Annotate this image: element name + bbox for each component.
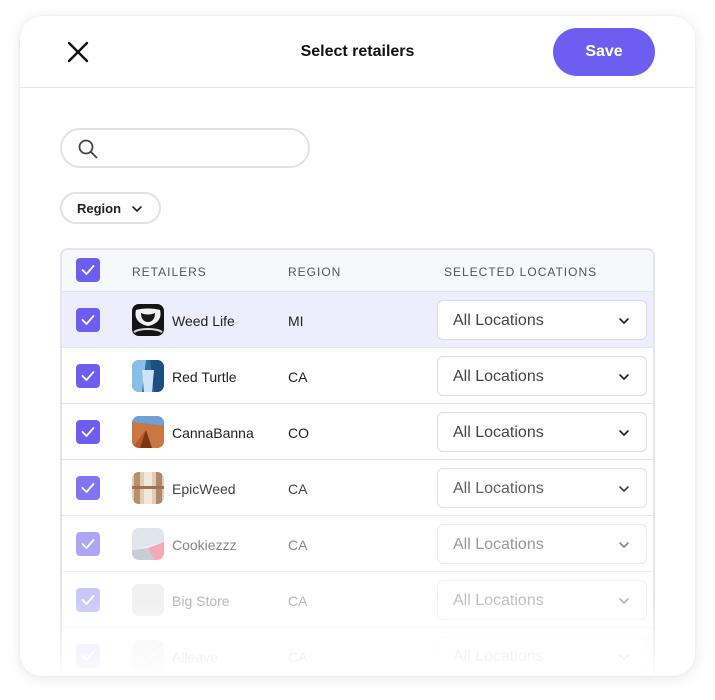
chevron-down-icon: [619, 654, 629, 660]
retailer-region: CA: [288, 593, 308, 609]
locations-select[interactable]: All Locations: [437, 412, 647, 452]
table-row[interactable]: EpicWeed CA All Locations: [62, 460, 653, 516]
table-row[interactable]: Big Store CA All Locations: [62, 572, 653, 628]
retailer-region: CA: [288, 481, 308, 497]
select-all-checkbox[interactable]: [76, 258, 100, 282]
row-checkbox[interactable]: [76, 588, 100, 612]
retailer-logo: [132, 360, 164, 392]
chevron-down-icon: [132, 206, 142, 212]
retailer-region: CA: [288, 649, 308, 665]
retailers-table: RETAILERS REGION SELECTED LOCATIONS Weed…: [60, 248, 655, 676]
locations-select-value: All Locations: [453, 592, 544, 609]
retailer-logo: [132, 528, 164, 560]
region-filter-label: Region: [77, 201, 122, 216]
select-retailers-modal: Select retailers Save Region RETAILERS R…: [20, 16, 695, 676]
chevron-down-icon: [619, 598, 629, 604]
retailer-region: CO: [288, 425, 309, 441]
check-icon: [81, 483, 95, 493]
locations-select-value: All Locations: [453, 312, 544, 329]
search-icon: [78, 139, 98, 159]
check-icon: [81, 651, 95, 661]
column-header-region[interactable]: REGION: [288, 265, 341, 279]
locations-select[interactable]: All Locations: [437, 468, 647, 508]
table-header: RETAILERS REGION SELECTED LOCATIONS: [62, 250, 653, 292]
row-checkbox[interactable]: [76, 644, 100, 668]
table-row[interactable]: Weed Life MI All Locations: [62, 292, 653, 348]
retailer-name: Alleave: [172, 649, 218, 665]
check-icon: [81, 539, 95, 549]
retailer-name: Red Turtle: [172, 369, 237, 385]
row-checkbox[interactable]: [76, 308, 100, 332]
chevron-down-icon: [619, 374, 629, 380]
retailer-logo: [132, 416, 164, 448]
retailer-logo: [132, 640, 164, 672]
table-row[interactable]: Alleave CA All Locations: [62, 628, 653, 676]
check-icon: [81, 595, 95, 605]
retailer-name: EpicWeed: [172, 481, 236, 497]
retailer-logo: [132, 472, 164, 504]
retailer-logo: [132, 304, 164, 336]
table-row[interactable]: Red Turtle CA All Locations: [62, 348, 653, 404]
chevron-down-icon: [619, 318, 629, 324]
retailer-logo: [132, 584, 164, 616]
locations-select[interactable]: All Locations: [437, 636, 647, 676]
locations-select-value: All Locations: [453, 480, 544, 497]
locations-select-value: All Locations: [453, 424, 544, 441]
locations-select-value: All Locations: [453, 368, 544, 385]
check-icon: [81, 265, 95, 275]
retailer-region: MI: [288, 313, 304, 329]
retailer-region: CA: [288, 369, 308, 385]
search-field[interactable]: [60, 128, 310, 168]
chevron-down-icon: [619, 542, 629, 548]
retailer-name: Cookiezzz: [172, 537, 237, 553]
column-header-retailers[interactable]: RETAILERS: [132, 265, 207, 279]
retailer-name: CannaBanna: [172, 425, 254, 441]
locations-select-value: All Locations: [453, 648, 544, 665]
table-row[interactable]: Cookiezzz CA All Locations: [62, 516, 653, 572]
region-filter-button[interactable]: Region: [60, 192, 161, 224]
search-input[interactable]: [108, 136, 298, 160]
retailer-name: Big Store: [172, 593, 230, 609]
save-button[interactable]: Save: [553, 28, 655, 76]
modal-header: Select retailers Save: [20, 16, 695, 88]
check-icon: [81, 371, 95, 381]
chevron-down-icon: [619, 430, 629, 436]
locations-select[interactable]: All Locations: [437, 356, 647, 396]
column-header-selected-locations[interactable]: SELECTED LOCATIONS: [444, 265, 597, 279]
row-checkbox[interactable]: [76, 364, 100, 388]
retailer-region: CA: [288, 537, 308, 553]
row-checkbox[interactable]: [76, 476, 100, 500]
row-checkbox[interactable]: [76, 420, 100, 444]
table-row[interactable]: CannaBanna CO All Locations: [62, 404, 653, 460]
retailer-name: Weed Life: [172, 313, 235, 329]
locations-select[interactable]: All Locations: [437, 524, 647, 564]
chevron-down-icon: [619, 486, 629, 492]
locations-select[interactable]: All Locations: [437, 580, 647, 620]
locations-select[interactable]: All Locations: [437, 300, 647, 340]
check-icon: [81, 427, 95, 437]
check-icon: [81, 315, 95, 325]
row-checkbox[interactable]: [76, 532, 100, 556]
locations-select-value: All Locations: [453, 536, 544, 553]
